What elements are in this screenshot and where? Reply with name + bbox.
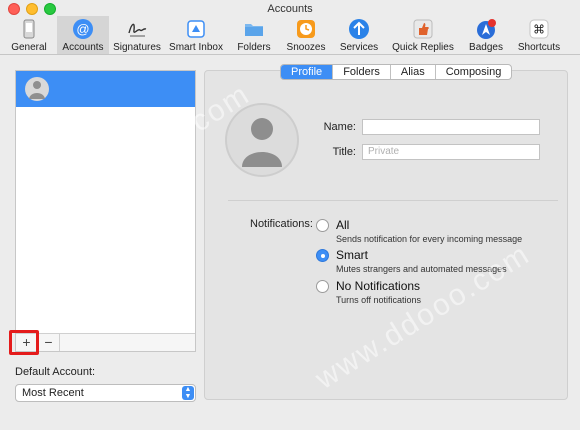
minimize-window-button[interactable] bbox=[26, 3, 38, 15]
toolbar-smart-inbox[interactable]: Smart Inbox bbox=[166, 16, 226, 54]
notify-all-title: All bbox=[336, 218, 350, 232]
default-account-label: Default Account: bbox=[15, 366, 96, 378]
smart-inbox-icon bbox=[187, 20, 205, 38]
accounts-list: + − bbox=[15, 70, 196, 352]
window-title: Accounts bbox=[267, 3, 313, 15]
tab-folders[interactable]: Folders bbox=[333, 65, 391, 79]
notify-none-title: No Notifications bbox=[336, 279, 421, 293]
account-tabs: Profile Folders Alias Composing bbox=[280, 64, 513, 80]
default-account-value: Most Recent bbox=[22, 387, 84, 399]
notify-all-radio[interactable] bbox=[316, 219, 329, 232]
title-label: Title: bbox=[332, 146, 356, 158]
notify-smart-desc: Mutes strangers and automated messages bbox=[336, 264, 507, 274]
at-sign-icon: @ bbox=[73, 19, 93, 39]
toolbar-snoozes[interactable]: Snoozes bbox=[284, 16, 328, 54]
tab-profile[interactable]: Profile bbox=[281, 65, 334, 79]
notify-smart-radio[interactable] bbox=[316, 249, 329, 262]
section-divider bbox=[228, 200, 558, 201]
toolbar-badges[interactable]: Badges bbox=[464, 16, 508, 54]
toolbar-shortcuts[interactable]: ⌘ Shortcuts bbox=[514, 16, 564, 54]
accounts-list-footer: + − bbox=[16, 333, 195, 351]
remove-account-button[interactable]: − bbox=[38, 334, 60, 351]
tab-alias[interactable]: Alias bbox=[391, 65, 436, 79]
preferences-toolbar: General @ Accounts Signatures Smart Inbo… bbox=[0, 16, 580, 55]
account-row[interactable] bbox=[16, 71, 195, 107]
account-avatar-icon bbox=[25, 77, 49, 101]
profile-avatar-icon[interactable] bbox=[225, 103, 299, 177]
arrow-up-icon bbox=[349, 19, 369, 39]
zoom-window-button[interactable] bbox=[44, 3, 56, 15]
signature-icon bbox=[128, 23, 147, 37]
svg-text:⌘: ⌘ bbox=[533, 23, 545, 37]
title-field[interactable]: Private bbox=[362, 144, 540, 160]
notifications-label: Notifications: bbox=[250, 218, 313, 230]
notify-none-radio[interactable] bbox=[316, 280, 329, 293]
command-icon: ⌘ bbox=[529, 19, 549, 39]
toolbar-folders[interactable]: Folders bbox=[232, 16, 276, 54]
folder-icon bbox=[245, 24, 263, 36]
notify-none-desc: Turns off notifications bbox=[336, 295, 422, 305]
default-account-popup[interactable]: Most Recent ▲ ▼ bbox=[15, 384, 196, 402]
tab-composing[interactable]: Composing bbox=[436, 65, 512, 79]
notify-smart-title: Smart bbox=[336, 248, 369, 262]
close-window-button[interactable] bbox=[8, 3, 20, 15]
clock-icon bbox=[297, 20, 315, 38]
svg-text:@: @ bbox=[76, 22, 89, 37]
toolbar-signatures[interactable]: Signatures bbox=[113, 16, 161, 54]
toolbar-services[interactable]: Services bbox=[337, 16, 381, 54]
thumbs-up-icon bbox=[413, 19, 433, 39]
chevron-up-down-icon: ▲ ▼ bbox=[182, 386, 194, 400]
toolbar-accounts[interactable]: @ Accounts bbox=[57, 16, 109, 54]
toolbar-general[interactable]: General bbox=[6, 16, 52, 54]
add-button-highlight bbox=[9, 330, 39, 355]
badge-icon bbox=[477, 19, 496, 39]
phone-icon bbox=[23, 19, 35, 39]
notify-all-desc: Sends notification for every incoming me… bbox=[336, 234, 523, 244]
name-field[interactable] bbox=[362, 119, 540, 135]
name-label: Name: bbox=[323, 121, 356, 133]
toolbar-quick-replies[interactable]: Quick Replies bbox=[390, 16, 456, 54]
